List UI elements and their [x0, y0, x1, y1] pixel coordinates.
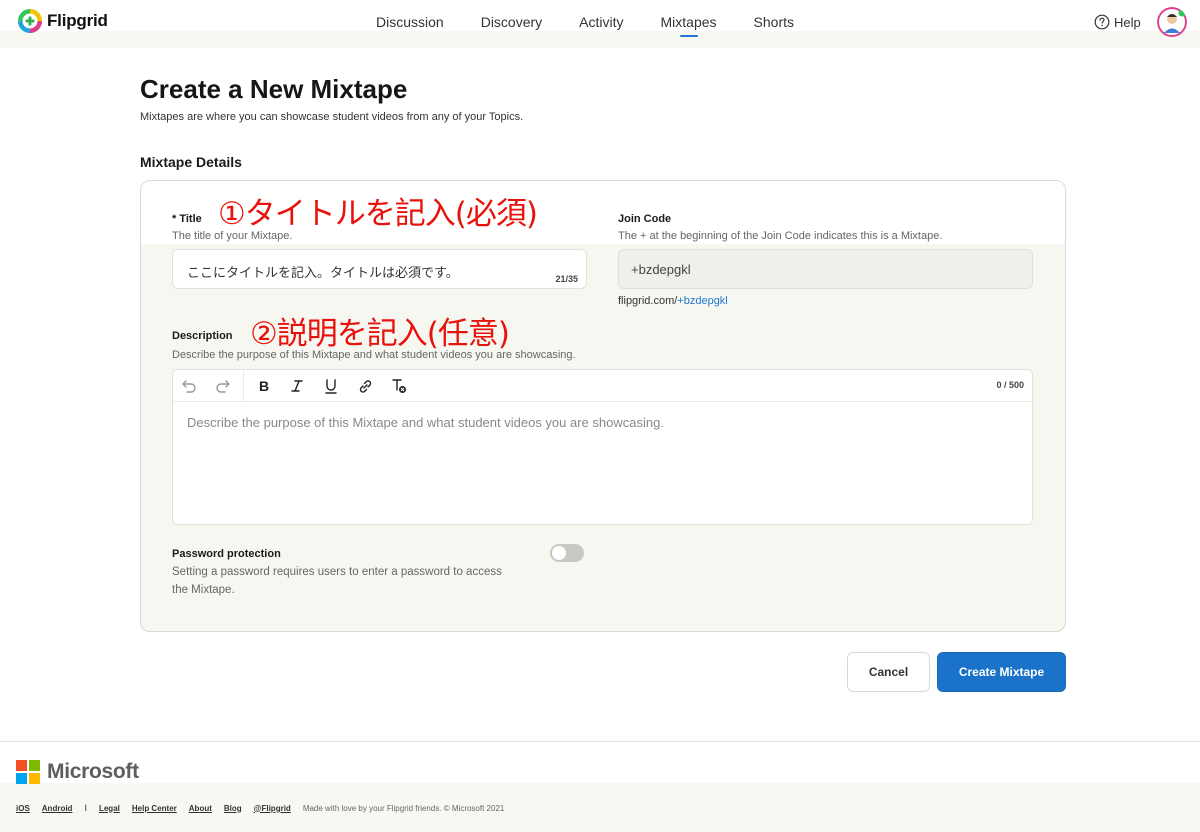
title-annotation: ①タイトルを記入(必須): [218, 196, 538, 232]
flipgrid-logo-icon: [18, 9, 42, 33]
clear-format-icon[interactable]: [389, 377, 409, 395]
link-icon[interactable]: [355, 377, 375, 395]
password-toggle[interactable]: [550, 544, 584, 562]
nav-mixtapes[interactable]: Mixtapes: [661, 14, 717, 37]
redo-icon[interactable]: [213, 377, 233, 395]
undo-icon[interactable]: [179, 377, 199, 395]
page-title: Create a New Mixtape: [140, 74, 408, 104]
join-code-field: +bzdepgkl: [618, 249, 1033, 289]
help-icon: [1094, 14, 1110, 30]
footer-link-help-center[interactable]: Help Center: [132, 804, 177, 813]
footer-divider-line: [0, 741, 1200, 742]
cancel-button[interactable]: Cancel: [847, 652, 930, 692]
description-annotation: ②説明を記入(任意): [250, 316, 510, 352]
title-char-count: 21/35: [555, 274, 578, 284]
nav-activity[interactable]: Activity: [579, 14, 623, 30]
toolbar-divider: [243, 370, 244, 402]
help-link[interactable]: Help: [1094, 14, 1141, 30]
password-hint-line2: the Mixtape.: [172, 584, 235, 596]
title-input-value: ここにタイトルを記入。タイトルは必須です。: [187, 265, 459, 280]
nav-discussion[interactable]: Discussion: [376, 14, 444, 30]
join-url-code: +bzdepgkl: [677, 295, 728, 307]
italic-icon[interactable]: [287, 377, 307, 395]
description-editor[interactable]: B 0 / 500 Describe the purpose of this M…: [172, 369, 1033, 525]
join-code-label: Join Code: [618, 213, 672, 225]
password-label: Password protection: [172, 548, 281, 560]
join-code-hint: The + at the beginning of the Join Code …: [618, 230, 943, 242]
footer-link-about[interactable]: About: [189, 804, 212, 813]
nav-shorts[interactable]: Shorts: [754, 14, 794, 30]
title-input[interactable]: ここにタイトルを記入。タイトルは必須です。 21/35: [172, 249, 587, 289]
help-label: Help: [1114, 14, 1141, 30]
brand-name: Flipgrid: [47, 11, 108, 30]
footer-link-blog[interactable]: Blog: [224, 804, 242, 813]
main-nav: Discussion Discovery Activity Mixtapes S…: [376, 14, 831, 37]
description-placeholder: Describe the purpose of this Mixtape and…: [187, 415, 664, 430]
editor-toolbar: B 0 / 500: [173, 370, 1032, 402]
footer-separator: I: [84, 803, 87, 813]
user-avatar-icon[interactable]: [1157, 7, 1187, 37]
bold-icon[interactable]: B: [254, 377, 274, 395]
join-code-url[interactable]: flipgrid.com/+bzdepgkl: [618, 295, 728, 307]
footer-link-ios[interactable]: iOS: [16, 804, 30, 813]
footer-link-flipgrid[interactable]: @Flipgrid: [254, 804, 291, 813]
page-subtitle: Mixtapes are where you can showcase stud…: [140, 111, 524, 123]
create-mixtape-button[interactable]: Create Mixtape: [937, 652, 1066, 692]
join-code-value: +bzdepgkl: [631, 262, 691, 277]
microsoft-name: Microsoft: [47, 760, 139, 783]
underline-icon[interactable]: [321, 377, 341, 395]
toggle-knob: [552, 546, 566, 560]
microsoft-logo-icon: [16, 760, 40, 784]
join-url-prefix: flipgrid.com/: [618, 295, 678, 307]
footer-link-android[interactable]: Android: [42, 804, 73, 813]
footer-note: Made with love by your Flipgrid friends.…: [302, 803, 505, 813]
flipgrid-logo-link[interactable]: Flipgrid: [17, 8, 108, 34]
footer-links: iOS Android I Legal Help Center About Bl…: [16, 803, 504, 813]
nav-discovery[interactable]: Discovery: [481, 14, 542, 30]
footer-link-legal[interactable]: Legal: [99, 804, 120, 813]
header-band: [0, 31, 1200, 48]
description-char-count: 0 / 500: [996, 380, 1024, 390]
description-label: Description: [172, 330, 233, 342]
title-label: * Title: [172, 213, 202, 225]
svg-text:B: B: [259, 379, 269, 393]
section-title: Mixtape Details: [140, 154, 242, 170]
password-hint-line1: Setting a password requires users to ent…: [172, 566, 502, 578]
